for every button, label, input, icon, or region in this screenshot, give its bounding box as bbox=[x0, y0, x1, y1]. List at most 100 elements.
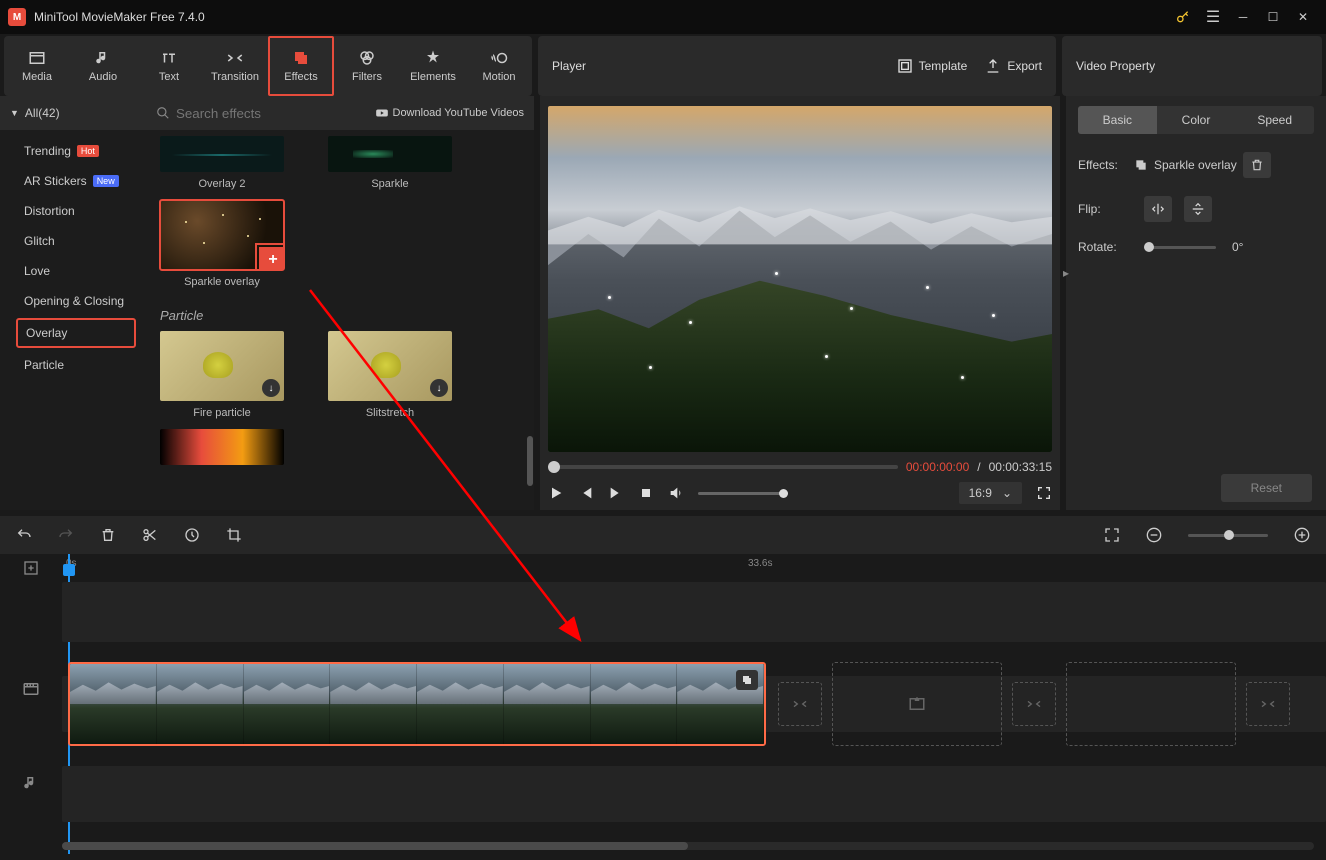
template-button[interactable]: Template bbox=[897, 58, 968, 74]
duration: 00:00:33:15 bbox=[989, 460, 1052, 474]
delete-button[interactable] bbox=[100, 527, 116, 543]
minimize-button[interactable]: ─ bbox=[1228, 2, 1258, 32]
add-track-icon[interactable] bbox=[23, 560, 39, 576]
speed-button[interactable] bbox=[184, 527, 200, 543]
category-opening-closing[interactable]: Opening & Closing bbox=[0, 286, 146, 316]
category-particle[interactable]: Particle bbox=[0, 350, 146, 380]
time-sep: / bbox=[977, 460, 980, 474]
audio-track-icon bbox=[22, 774, 40, 792]
category-love[interactable]: Love bbox=[0, 256, 146, 286]
video-clip[interactable] bbox=[68, 662, 766, 746]
export-button[interactable]: Export bbox=[985, 58, 1042, 74]
fullscreen-button[interactable] bbox=[1036, 485, 1052, 501]
rotate-label: Rotate: bbox=[1078, 240, 1134, 254]
zoom-in-button[interactable] bbox=[1294, 527, 1310, 543]
category-trending[interactable]: TrendingHot bbox=[0, 136, 146, 166]
undo-button[interactable] bbox=[16, 527, 32, 543]
effect-sparkle-overlay[interactable]: + Sparkle overlay bbox=[160, 200, 284, 288]
download-icon[interactable]: ↓ bbox=[262, 379, 280, 397]
player-title: Player bbox=[552, 59, 586, 73]
stop-button[interactable] bbox=[638, 485, 654, 501]
close-button[interactable]: ✕ bbox=[1288, 2, 1318, 32]
prev-frame-button[interactable] bbox=[578, 485, 594, 501]
category-distortion[interactable]: Distortion bbox=[0, 196, 146, 226]
effects-scrollbar[interactable] bbox=[527, 436, 533, 486]
reset-button[interactable]: Reset bbox=[1221, 474, 1312, 502]
applied-effect-name: Sparkle overlay bbox=[1154, 158, 1237, 172]
audio-tab[interactable]: Audio bbox=[70, 36, 136, 96]
redo-button[interactable] bbox=[58, 527, 74, 543]
volume-icon[interactable] bbox=[668, 485, 684, 501]
search-bar: Download YouTube Videos bbox=[146, 96, 534, 130]
effects-browser: Download YouTube Videos Overlay 2 Sparkl… bbox=[146, 96, 534, 510]
search-input[interactable] bbox=[176, 106, 375, 121]
play-button[interactable] bbox=[548, 485, 564, 501]
effect-slitstretch[interactable]: ↓Slitstretch bbox=[328, 331, 452, 419]
next-frame-button[interactable] bbox=[608, 485, 624, 501]
timeline-toolbar bbox=[0, 516, 1326, 554]
app-title: MiniTool MovieMaker Free 7.4.0 bbox=[34, 10, 205, 24]
media-tab[interactable]: Media bbox=[4, 36, 70, 96]
video-track[interactable] bbox=[62, 676, 1326, 732]
player-panel: 00:00:00:00 / 00:00:33:15 16:9⌄ bbox=[540, 96, 1060, 510]
rotate-value: 0° bbox=[1232, 240, 1243, 254]
transition-slot[interactable] bbox=[778, 682, 822, 726]
delete-effect-button[interactable] bbox=[1243, 152, 1271, 178]
add-effect-button[interactable]: + bbox=[259, 247, 284, 270]
download-youtube-button[interactable]: Download YouTube Videos bbox=[375, 106, 525, 120]
tab-speed[interactable]: Speed bbox=[1235, 106, 1314, 134]
main-toolbar: Media Audio Text Transition Effects Filt… bbox=[4, 36, 532, 96]
category-ar-stickers[interactable]: AR StickersNew bbox=[0, 166, 146, 196]
property-header: Video Property bbox=[1062, 36, 1322, 96]
player-header: Player Template Export bbox=[538, 36, 1056, 96]
timeline-ruler[interactable]: 0s 33.6s bbox=[62, 554, 1326, 582]
volume-slider[interactable] bbox=[698, 492, 788, 495]
effect-fire-particle[interactable]: ↓Fire particle bbox=[160, 331, 284, 419]
category-overlay[interactable]: Overlay bbox=[16, 318, 136, 348]
video-track-icon bbox=[22, 680, 40, 698]
aspect-ratio-select[interactable]: 16:9⌄ bbox=[959, 482, 1022, 504]
license-key-icon[interactable] bbox=[1168, 2, 1198, 32]
flip-vertical-button[interactable] bbox=[1184, 196, 1212, 222]
property-title: Video Property bbox=[1076, 59, 1155, 73]
clip-effect-badge[interactable] bbox=[736, 670, 758, 690]
audio-track[interactable] bbox=[62, 766, 1326, 822]
transition-slot[interactable] bbox=[1246, 682, 1290, 726]
rotate-slider[interactable] bbox=[1144, 246, 1216, 249]
flip-horizontal-button[interactable] bbox=[1144, 196, 1172, 222]
elements-tab[interactable]: Elements bbox=[400, 36, 466, 96]
flip-label: Flip: bbox=[1078, 202, 1134, 216]
hamburger-menu-icon[interactable]: ☰ bbox=[1198, 2, 1228, 32]
app-logo: M bbox=[8, 8, 26, 26]
effect-sparkle[interactable]: Sparkle bbox=[328, 136, 452, 190]
tab-basic[interactable]: Basic bbox=[1078, 106, 1157, 134]
all-category[interactable]: ▼All(42) bbox=[0, 96, 146, 130]
empty-clip-slot[interactable] bbox=[1066, 662, 1236, 746]
particle-section-label: Particle bbox=[146, 304, 534, 331]
effect-stack-icon bbox=[1134, 158, 1148, 172]
split-button[interactable] bbox=[142, 527, 158, 543]
text-tab[interactable]: Text bbox=[136, 36, 202, 96]
search-icon bbox=[156, 106, 170, 120]
tab-color[interactable]: Color bbox=[1157, 106, 1236, 134]
motion-tab[interactable]: Motion bbox=[466, 36, 532, 96]
zoom-out-button[interactable] bbox=[1146, 527, 1162, 543]
empty-clip-slot[interactable] bbox=[832, 662, 1002, 746]
transition-slot[interactable] bbox=[1012, 682, 1056, 726]
filters-tab[interactable]: Filters bbox=[334, 36, 400, 96]
text-track[interactable] bbox=[62, 582, 1326, 642]
transition-tab[interactable]: Transition bbox=[202, 36, 268, 96]
property-panel: ▸ Basic Color Speed Effects: Sparkle ove… bbox=[1066, 96, 1326, 510]
crop-button[interactable] bbox=[226, 527, 242, 543]
effect-overlay-2[interactable]: Overlay 2 bbox=[160, 136, 284, 190]
zoom-slider[interactable] bbox=[1188, 534, 1268, 537]
effects-tab[interactable]: Effects bbox=[268, 36, 334, 96]
timeline-scrollbar[interactable] bbox=[62, 842, 1314, 850]
download-icon[interactable]: ↓ bbox=[430, 379, 448, 397]
fit-zoom-button[interactable] bbox=[1104, 527, 1120, 543]
category-glitch[interactable]: Glitch bbox=[0, 226, 146, 256]
video-preview[interactable] bbox=[548, 106, 1052, 452]
collapse-panel-icon[interactable]: ▸ bbox=[1063, 266, 1069, 280]
scrub-bar[interactable] bbox=[548, 465, 898, 469]
maximize-button[interactable]: ☐ bbox=[1258, 2, 1288, 32]
